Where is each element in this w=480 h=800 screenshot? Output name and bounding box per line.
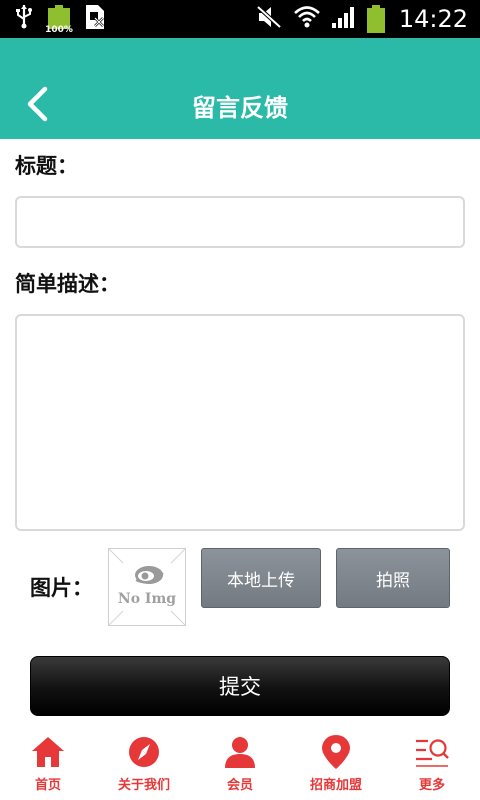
title-label: 标题：	[15, 154, 78, 178]
mute-icon	[256, 5, 283, 33]
person-icon	[222, 734, 258, 770]
nav-label: 首页	[34, 778, 61, 793]
status-bar-left: 100%	[14, 4, 106, 35]
description-textarea[interactable]	[15, 314, 465, 531]
image-placeholder[interactable]: No Img	[108, 548, 186, 626]
wifi-icon	[293, 4, 321, 34]
nav-item-member[interactable]: 会员	[192, 728, 288, 800]
battery-icon	[366, 5, 385, 33]
nav-item-about[interactable]: 关于我们	[96, 728, 192, 800]
signal-icon	[331, 5, 357, 33]
upload-local-button[interactable]: 本地上传	[201, 548, 321, 608]
nav-label: 更多	[418, 778, 445, 793]
no-image-text: No Img	[118, 591, 176, 607]
title-input[interactable]	[15, 196, 465, 248]
take-photo-button[interactable]: 拍照	[336, 548, 450, 608]
location-pin-icon	[318, 734, 354, 770]
no-image-icon: No Img	[108, 548, 186, 626]
nav-item-more[interactable]: 更多	[384, 728, 480, 800]
nav-item-home[interactable]: 首页	[0, 728, 96, 800]
battery-full-icon: 100%	[45, 5, 73, 35]
image-label: 图片：	[30, 576, 93, 600]
page-title: 留言反馈	[192, 94, 288, 122]
home-icon	[30, 734, 66, 770]
nav-label: 招商加盟	[309, 778, 362, 793]
bottom-nav: 首页 关于我们 会员 招商加盟 更多	[0, 728, 480, 800]
status-bar: 100% 14:22	[0, 0, 480, 38]
app-header: 留言反馈	[0, 38, 480, 139]
description-label: 简单描述：	[15, 272, 120, 296]
submit-button[interactable]: 提交	[30, 656, 450, 716]
nav-item-franchise[interactable]: 招商加盟	[288, 728, 384, 800]
nav-label: 会员	[226, 778, 253, 793]
more-search-icon	[414, 734, 450, 770]
sim-card-icon	[84, 4, 106, 34]
nav-label: 关于我们	[117, 778, 170, 793]
usb-icon	[14, 4, 34, 34]
clock: 14:22	[398, 5, 468, 33]
compass-icon	[126, 734, 162, 770]
status-bar-right: 14:22	[256, 4, 468, 34]
battery-percent: 100%	[45, 25, 73, 35]
